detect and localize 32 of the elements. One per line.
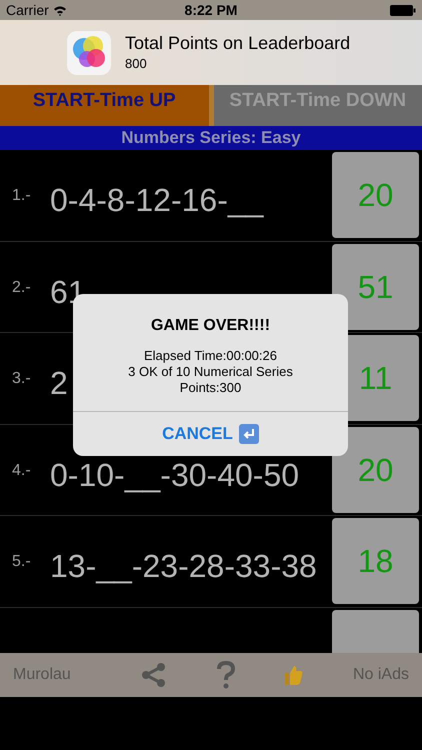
thumbs-up-icon[interactable] <box>284 664 304 686</box>
series-header: Numbers Series: Easy <box>0 126 422 150</box>
battery-icon <box>390 4 416 16</box>
no-ads-link[interactable]: No iAds <box>352 663 409 687</box>
number-series: 2 <box>50 367 68 399</box>
murolau-link[interactable]: Murolau <box>13 663 71 687</box>
clock: 8:22 PM <box>184 0 238 20</box>
banner-title: Total Points on Leaderboard <box>125 32 350 54</box>
return-icon <box>238 424 259 444</box>
answer-box[interactable]: 18 <box>332 518 419 604</box>
number-series: 0-4-8-12-16-__ <box>50 184 264 216</box>
dialog-message: Elapsed Time:00:00:26 <box>144 348 277 364</box>
row-number: 5.- <box>12 552 31 572</box>
row-number: 4.- <box>12 460 31 480</box>
share-icon[interactable] <box>141 662 168 688</box>
dialog-title: GAME OVER!!!! <box>150 316 270 336</box>
help-icon[interactable] <box>216 661 236 689</box>
row-number: 2.- <box>12 278 31 298</box>
mode-tab[interactable]: START-Time UP <box>0 85 214 126</box>
number-series: 13-__-23-28-33-38 <box>50 550 317 582</box>
number-series: 0-10-__-30-40-50 <box>50 458 300 490</box>
answer-box[interactable]: 20 <box>332 152 419 238</box>
dialog-message: Points:300 <box>180 380 242 396</box>
row-number: 3.- <box>12 369 31 389</box>
answer-box[interactable]: 20 <box>332 426 419 513</box>
answer-box[interactable]: 51 <box>332 244 419 330</box>
dialog-message: 3 OK of 10 Numerical Series <box>128 364 293 380</box>
row-number: 1.- <box>12 186 31 206</box>
game-center-icon <box>67 30 111 74</box>
banner-value: 800 <box>125 55 148 73</box>
wifi-icon <box>52 4 67 16</box>
carrier-label: Carrier <box>6 0 49 20</box>
